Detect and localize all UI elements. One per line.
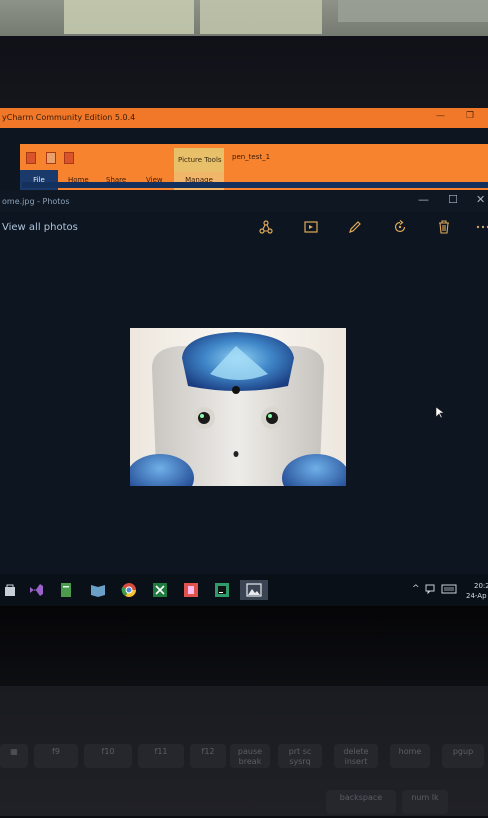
book-icon[interactable] [88,580,108,600]
keyboard-icon[interactable] [441,584,457,597]
sticky-note [200,0,322,34]
key-prt-sc[interactable]: prt sc sysrq [278,744,322,768]
chrome-icon[interactable] [119,580,139,600]
pycharm-title: yCharm Community Edition 5.0.4 [2,113,136,122]
key-f12[interactable]: f12 [190,744,226,768]
quick-access-icon[interactable] [46,152,56,164]
picture-tools-label: Picture Tools [178,156,222,164]
robot-photo [130,328,346,486]
keyboard-number-row: backspace num lk [0,790,488,818]
keyboard-function-row: ▦ f9 f10 f11 f12 pause break prt sc sysr… [0,744,488,772]
slideshow-icon[interactable] [302,218,320,236]
key-num-lock[interactable]: num lk [402,790,448,814]
chevron-up-icon[interactable]: ^ [412,584,420,594]
pycharm-restore-button[interactable]: ❐ [466,111,474,121]
key-pgup[interactable]: pgup [442,744,484,768]
key-pause-break[interactable]: pause break [230,744,270,768]
pycharm-minimize-button[interactable]: — [436,111,445,121]
key-f9[interactable]: f9 [34,744,78,768]
onenote-icon[interactable] [181,580,201,600]
more-icon[interactable] [474,218,488,236]
clock-date[interactable]: 24-Ap [466,592,487,600]
photos-titlebar[interactable]: ome.jpg - Photos — ☐ ✕ [0,190,488,212]
visual-studio-icon[interactable] [26,580,46,600]
quick-access-icon[interactable] [64,152,74,164]
ribbon-edge [22,182,488,188]
pycharm-titlebar[interactable]: yCharm Community Edition 5.0.4 — ❐ [0,108,488,128]
photos-toolbar: View all photos [0,212,488,242]
photos-icon[interactable] [240,580,268,600]
photos-maximize-button[interactable]: ☐ [448,193,458,206]
taskbar: ^ 20:2 24-Ap [0,574,488,606]
mouse-cursor [435,404,445,419]
key-backspace[interactable]: backspace [326,790,396,814]
monitor-bezel-top [0,36,488,108]
key-f10[interactable]: f10 [84,744,132,768]
monitor-bezel-bottom [0,606,488,686]
sticky-note [64,0,194,34]
view-all-photos-link[interactable]: View all photos [2,222,78,233]
key-delete[interactable]: delete insert [334,744,378,768]
key[interactable]: ▦ [0,744,28,768]
key-f11[interactable]: f11 [138,744,184,768]
clock-time[interactable]: 20:2 [474,582,488,590]
file-icon[interactable] [56,580,76,600]
folder-name: pen_test_1 [232,153,271,161]
excel-icon[interactable] [150,580,170,600]
photos-close-button[interactable]: ✕ [476,193,485,206]
pycharm-icon[interactable] [212,580,232,600]
monitor-screen: yCharm Community Edition 5.0.4 — ❐ Pictu… [0,108,488,606]
store-icon[interactable] [0,580,20,600]
delete-icon[interactable] [435,218,453,236]
photo-viewer-canvas[interactable] [0,242,488,574]
rotate-icon[interactable] [391,218,409,236]
photos-minimize-button[interactable]: — [418,193,429,206]
notifications-icon[interactable] [425,584,435,597]
sticky-note [338,0,488,22]
quick-access-icon[interactable] [26,152,36,164]
key-home[interactable]: home [390,744,430,768]
photos-window-title: ome.jpg - Photos [2,197,70,206]
share-icon[interactable] [257,218,275,236]
edit-pencil-icon[interactable] [346,218,364,236]
